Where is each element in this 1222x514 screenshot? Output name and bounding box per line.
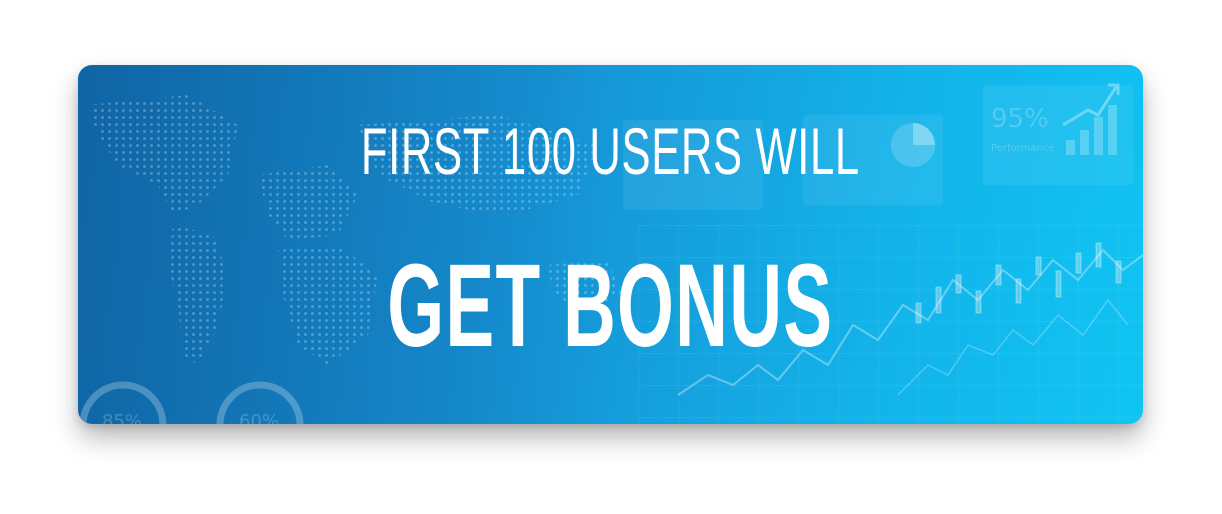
stat-value: 95% (991, 104, 1049, 134)
gauge-left-value: 85% (102, 411, 142, 424)
stat-label: Performance (991, 143, 1054, 154)
gauge-right-value: 60% (239, 411, 279, 424)
banner-headline: FIRST 100 USERS WILL (360, 114, 860, 188)
bonus-banner[interactable]: 95% Performance 85% 60% FIRST 100 USERS … (78, 65, 1143, 424)
banner-call-to-action: GET BONUS (387, 240, 834, 372)
